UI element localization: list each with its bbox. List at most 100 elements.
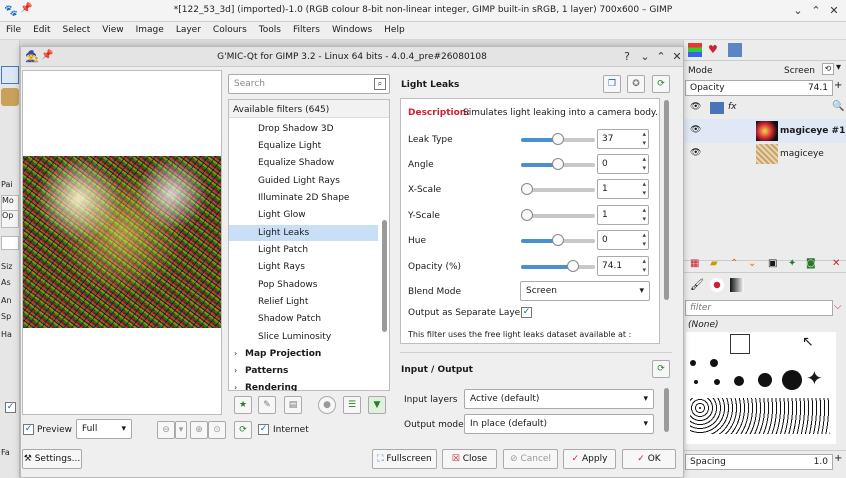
filter-search-input[interactable]: Search ⌕ (228, 74, 390, 94)
hue-slider[interactable] (521, 234, 595, 246)
expand-icon[interactable]: › (234, 366, 237, 375)
crop-tool-icon[interactable] (1, 66, 19, 84)
mode-dropdown-icon[interactable]: ▾ (836, 62, 841, 73)
anchor-layer-icon[interactable]: ✦ (788, 258, 796, 269)
minimize-icon[interactable]: ⌄ (790, 3, 806, 19)
ok-button[interactable]: ✓ OK (622, 449, 676, 469)
leak-type-slider[interactable] (521, 133, 595, 145)
raise-layer-icon[interactable]: ⌃ (730, 258, 738, 269)
filter-item[interactable]: Drop Shadow 3D (258, 124, 334, 134)
maximize-icon[interactable]: ⌃ (808, 3, 824, 19)
new-group-icon[interactable]: ▰ (710, 258, 718, 269)
select-all-icon[interactable]: ☰ (343, 396, 361, 414)
mask-layer-icon[interactable]: ◙ (806, 258, 816, 269)
dialog-minimize-icon[interactable]: ⌄ (637, 49, 653, 65)
reset-params-icon[interactable]: ⟳ (652, 75, 670, 93)
close-window-icon[interactable]: ✕ (826, 3, 842, 19)
io-scrollbar[interactable] (664, 388, 669, 432)
fullscreen-button[interactable]: ⛶ Fullscreen (372, 449, 437, 469)
hue-spin[interactable]: 0 (597, 230, 649, 250)
brushes-tab-icon[interactable]: 🖌 (690, 278, 704, 291)
expand-icon[interactable]: › (234, 349, 237, 358)
layer-visibility-icon[interactable]: 👁 (690, 125, 701, 135)
filter-item-light-leaks[interactable]: Light Leaks (258, 228, 309, 238)
gradients-tab-icon[interactable] (730, 278, 744, 292)
rename-fave-icon[interactable]: ✎ (258, 396, 276, 414)
filter-item[interactable]: Guided Light Rays (258, 176, 340, 186)
leak-type-spin[interactable]: 37 (597, 129, 649, 149)
filter-item[interactable]: Equalize Light (258, 141, 321, 151)
copy-command-icon[interactable]: ❐ (603, 75, 621, 93)
menu-filters[interactable]: Filters (287, 22, 326, 35)
params-scrollbar[interactable] (664, 100, 669, 300)
filter-item[interactable]: Relief Light (258, 297, 308, 307)
brush-preview-icon[interactable] (1, 236, 19, 250)
opacity-plus-icon[interactable]: + (834, 80, 842, 91)
dialog-help-icon[interactable]: ? (619, 49, 635, 65)
layer-visibility-icon[interactable]: 👁 (690, 148, 701, 158)
blend-mode-select[interactable]: Screen (520, 281, 650, 301)
filter-clear-icon[interactable]: ⌵ (834, 301, 842, 312)
paths-tab-icon[interactable]: ♥ (708, 43, 722, 57)
filter-item[interactable]: Light Patch (258, 245, 308, 255)
io-reset-icon[interactable]: ⟳ (652, 360, 670, 378)
dialog-close-icon[interactable]: ✕ (669, 49, 685, 65)
dialog-maximize-icon[interactable]: ⌃ (653, 49, 669, 65)
brush-grid[interactable]: ✦ ↖ (686, 332, 836, 444)
filter-item[interactable]: Pop Shadows (258, 280, 317, 290)
mode-value[interactable]: Screen (784, 66, 815, 76)
lower-layer-icon[interactable]: ⌄ (748, 258, 756, 269)
expand-all-icon[interactable]: ▼ (368, 396, 386, 414)
separate-layers-checkbox[interactable]: ✓ (521, 307, 532, 318)
angle-spin[interactable]: 0 (597, 154, 649, 174)
filter-item[interactable]: Slice Luminosity (258, 332, 331, 342)
menu-help[interactable]: Help (378, 22, 411, 35)
undo-tab-icon[interactable] (728, 43, 742, 57)
add-fave-icon[interactable]: ★ (234, 396, 252, 414)
angle-slider[interactable] (521, 158, 595, 170)
menu-edit[interactable]: Edit (27, 22, 56, 35)
fx-icon[interactable]: fx (728, 102, 737, 112)
delete-layer-icon[interactable]: ✕ (832, 258, 840, 269)
zoom-dropdown-icon[interactable]: ▾ (175, 421, 187, 439)
hardness-field[interactable]: Ha (1, 330, 19, 348)
preview-checkbox[interactable]: ✓ (23, 424, 34, 435)
opacity-spin[interactable]: 74.1 (597, 256, 649, 276)
close-button[interactable]: ☒ Close (442, 449, 497, 469)
filter-item[interactable]: Illuminate 2D Shape (258, 193, 349, 203)
spacing-field[interactable]: Sp (1, 312, 19, 330)
arrow-brush-icon[interactable]: ↖ (802, 334, 814, 350)
zoom-reset-icon[interactable]: ⊙ (208, 421, 226, 439)
opacity-slider[interactable] (521, 260, 595, 272)
opacity-field[interactable]: Op (1, 210, 19, 228)
preview-panel[interactable] (22, 70, 222, 415)
category-rendering[interactable]: Rendering (245, 383, 297, 391)
menu-image[interactable]: Image (130, 22, 170, 35)
apply-button[interactable]: ✓ Apply (563, 449, 616, 469)
expand-icon[interactable]: › (234, 383, 237, 390)
layer-name[interactable]: magiceye #1 (780, 126, 845, 136)
cancel-button[interactable]: ⊘ Cancel (503, 449, 558, 469)
lock-pixels-icon[interactable]: 👁 (690, 102, 701, 112)
lock-alpha-icon[interactable] (710, 102, 724, 114)
x-scale-slider[interactable] (521, 183, 595, 195)
bucket-tool-icon[interactable] (1, 88, 19, 106)
aspect-field[interactable]: As (1, 278, 19, 296)
spacing-plus-icon[interactable]: + (834, 453, 842, 464)
input-layers-select[interactable]: Active (default) (464, 389, 654, 409)
filter-tree-scrollbar[interactable] (382, 220, 387, 332)
mode-reset-icon[interactable]: ⟲ (822, 63, 834, 75)
menu-file[interactable]: File (0, 22, 27, 35)
layer-search-icon[interactable]: 🔍 (832, 101, 844, 112)
menu-windows[interactable]: Windows (326, 22, 378, 35)
visibility-icon[interactable]: ● (318, 396, 336, 414)
filter-item[interactable]: Equalize Shadow (258, 158, 334, 168)
toolbox-checkbox[interactable]: ✓ (5, 402, 16, 413)
patterns-tab-icon[interactable] (710, 278, 724, 292)
settings-button[interactable]: ⚒ Settings... (22, 449, 82, 469)
menu-colours[interactable]: Colours (207, 22, 253, 35)
zoom-in-icon[interactable]: ⊕ (190, 421, 208, 439)
spacing-spin[interactable]: Spacing 1.0 (685, 454, 833, 470)
menu-view[interactable]: View (96, 22, 129, 35)
filter-item[interactable]: Light Rays (258, 262, 305, 272)
